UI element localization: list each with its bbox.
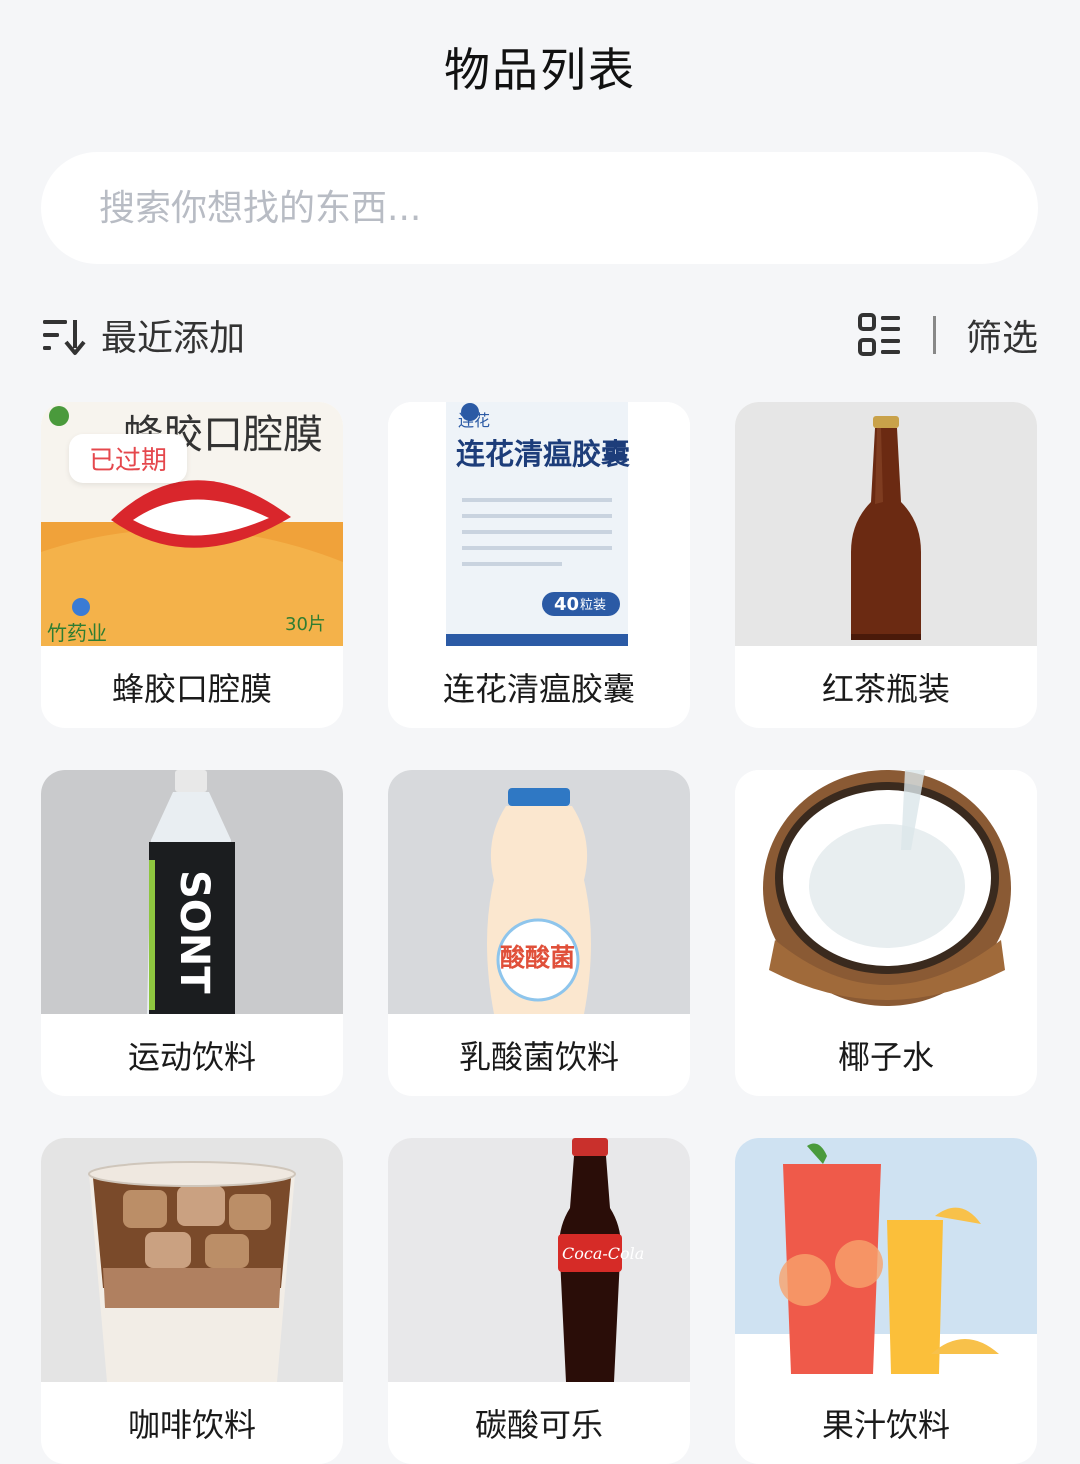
package-brand: 连花 <box>458 411 490 430</box>
item-name: 果汁饮料 <box>821 1406 950 1444</box>
package-count: 40 <box>554 594 579 615</box>
search-bar[interactable] <box>41 152 1038 264</box>
item-name: 碳酸可乐 <box>474 1406 603 1444</box>
package-unit: 粒装 <box>580 598 606 613</box>
package-count: 30片 <box>285 614 326 635</box>
page-title: 物品列表 <box>444 43 636 97</box>
label-text: SONT <box>171 870 217 994</box>
item-image-coffee <box>41 1138 343 1382</box>
item-card[interactable]: Coca-Cola 碳酸可乐 <box>388 1138 690 1464</box>
item-image-tea <box>735 402 1037 646</box>
sort-label: 最近添加 <box>101 318 246 359</box>
sort-button[interactable]: 最近添加 <box>41 309 245 361</box>
item-card[interactable]: 连花 连花清瘟胶囊 40 粒装 连花清瘟胶囊 <box>388 402 690 728</box>
item-card[interactable]: 红茶瓶装 <box>735 402 1037 728</box>
item-name: 椰子水 <box>837 1038 934 1076</box>
item-image-juice <box>735 1138 1037 1382</box>
label-text: Coca-Cola <box>562 1244 644 1263</box>
item-card[interactable]: 椰子水 <box>735 770 1037 1096</box>
toolbar-divider <box>932 316 936 354</box>
item-card[interactable]: 果汁饮料 <box>735 1138 1037 1464</box>
item-image-propolis: 蜂胶口腔膜 30片 竹药业 已过期 <box>41 402 343 646</box>
item-image-cola: Coca-Cola <box>388 1138 690 1382</box>
package-brand: 竹药业 <box>47 621 107 645</box>
item-name: 乳酸菌饮料 <box>458 1038 619 1076</box>
item-card[interactable]: 蜂胶口腔膜 30片 竹药业 已过期 蜂胶口腔膜 <box>41 402 343 728</box>
package-text: 连花清瘟胶囊 <box>456 437 630 471</box>
item-card[interactable]: 咖啡饮料 <box>41 1138 343 1464</box>
item-image-sports-drink: SONT <box>41 770 343 1014</box>
expired-badge: 已过期 <box>69 434 188 483</box>
item-card[interactable]: SONT 运动饮料 <box>41 770 343 1096</box>
item-card[interactable]: 酸酸菌 乳酸菌饮料 <box>388 770 690 1096</box>
item-image-coconut <box>735 770 1037 1014</box>
item-image-lianhua: 连花 连花清瘟胶囊 40 粒装 <box>388 402 690 646</box>
item-name: 咖啡饮料 <box>127 1406 256 1444</box>
item-name: 连花清瘟胶囊 <box>442 670 635 708</box>
item-name: 红茶瓶装 <box>821 670 950 708</box>
item-grid: 蜂胶口腔膜 30片 竹药业 已过期 蜂胶口腔膜 连花 连花清瘟胶囊 40 粒装 … <box>41 402 1037 1464</box>
sort-descending-icon <box>43 320 86 355</box>
item-name: 蜂胶口腔膜 <box>111 670 272 708</box>
search-input[interactable] <box>97 186 961 230</box>
list-view-icon[interactable] <box>857 312 903 358</box>
toolbar: 最近添加 筛选 <box>41 303 1038 367</box>
label-text: 酸酸菌 <box>500 943 575 972</box>
filter-button[interactable]: 筛选 <box>966 309 1038 361</box>
item-name: 运动饮料 <box>127 1038 256 1076</box>
item-image-yogurt-drink: 酸酸菌 <box>388 770 690 1014</box>
